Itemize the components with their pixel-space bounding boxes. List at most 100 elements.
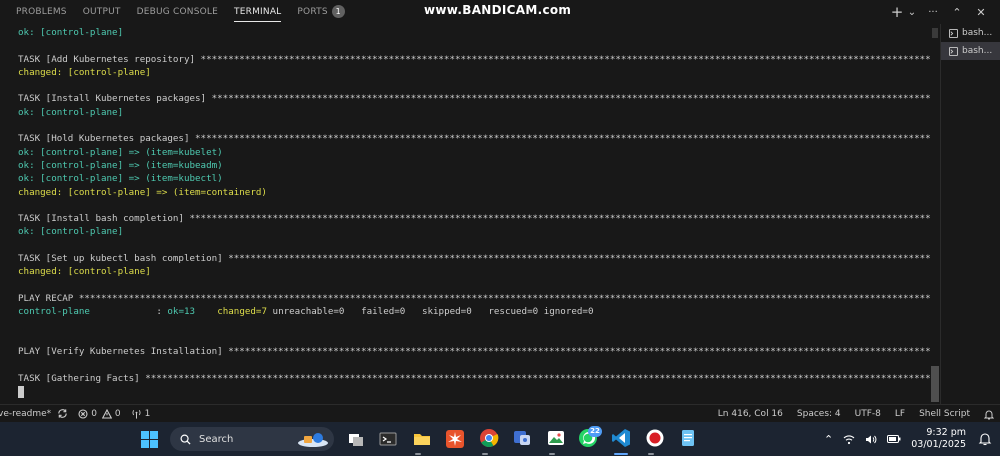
file-explorer-icon[interactable] xyxy=(412,429,432,449)
chevron-up-icon[interactable]: ⌃ xyxy=(824,433,833,446)
terminal-icon xyxy=(949,46,958,56)
running-indicator xyxy=(549,453,555,455)
chrome-icon[interactable] xyxy=(479,428,499,448)
tab-ports[interactable]: PORTS 1 xyxy=(289,0,352,24)
ports-count-badge: 1 xyxy=(331,5,345,18)
recap-failed: failed=0 xyxy=(361,306,406,318)
wifi-icon[interactable] xyxy=(843,434,855,445)
recap-ok: ok=13 xyxy=(167,306,196,318)
panel-actions: + ⌄ ··· ⌃ ✕ xyxy=(888,0,1000,24)
notifications-bell[interactable] xyxy=(984,409,994,420)
task-view-icon[interactable] xyxy=(346,429,366,449)
terminal-list: bash... bash... xyxy=(940,24,1000,404)
app-burst-icon[interactable] xyxy=(445,429,465,449)
scrollbar-thumb[interactable] xyxy=(931,366,939,402)
terminal-list-item-1[interactable]: bash... xyxy=(941,24,1000,42)
tab-problems[interactable]: PROBLEMS xyxy=(0,0,75,24)
problems-indicator[interactable]: 0 0 xyxy=(78,408,121,419)
terminal-line: changed: [control-plane] xyxy=(18,266,151,278)
scrollbar-marker xyxy=(932,28,938,38)
bell-icon xyxy=(984,410,994,419)
tab-ports-label: PORTS xyxy=(297,7,328,17)
search-label: Search xyxy=(199,433,234,445)
terminal-line: TASK [Install Kubernetes packages] *****… xyxy=(18,93,930,105)
new-terminal-button[interactable]: + xyxy=(888,3,906,21)
ports-count: 1 xyxy=(144,408,151,419)
error-count: 0 xyxy=(91,408,97,419)
search-highlight-icon xyxy=(298,433,328,447)
terminal-list-label: bash... xyxy=(962,28,993,38)
recap-changed: changed=7 xyxy=(217,306,267,318)
language-mode[interactable]: Shell Script xyxy=(919,409,970,419)
terminal-line: PLAY [Verify Kubernetes Installation] **… xyxy=(18,346,930,358)
terminal-line: changed: [control-plane] xyxy=(18,66,151,78)
recorder-icon[interactable] xyxy=(645,428,665,448)
sync-icon xyxy=(58,409,67,418)
recap-colon: : xyxy=(156,306,168,318)
notepad-icon[interactable] xyxy=(678,428,698,448)
app-tools-icon[interactable] xyxy=(512,428,532,448)
recap-rescued: rescued=0 xyxy=(488,306,539,318)
terminal-line: TASK [Hold Kubernetes packages] ********… xyxy=(18,133,930,145)
terminal-scrollbar[interactable] xyxy=(930,26,940,404)
terminal-line: TASK [Gathering Facts] *****************… xyxy=(18,372,930,384)
tab-output[interactable]: OUTPUT xyxy=(75,0,129,24)
end-of-line[interactable]: LF xyxy=(895,409,905,419)
battery-icon[interactable] xyxy=(887,434,901,444)
running-indicator xyxy=(648,453,654,455)
terminal-list-label: bash... xyxy=(962,46,993,56)
windows-start-icon[interactable] xyxy=(141,431,158,448)
search-icon xyxy=(180,434,191,445)
recap-unreachable: unreachable=0 xyxy=(272,306,345,318)
active-app-indicator xyxy=(614,453,628,455)
forwarded-ports-indicator[interactable]: 1 xyxy=(131,408,151,419)
terminal-prompt-line xyxy=(18,385,930,398)
terminal-line: ok: [control-plane] => (item=kubectl) xyxy=(18,173,223,185)
clock-date: 03/01/2025 xyxy=(911,439,966,450)
warning-icon xyxy=(101,408,112,419)
terminal-dropdown-button[interactable]: ⌄ xyxy=(906,7,918,18)
terminal-output[interactable]: ok: [control-plane] TASK [Add Kubernetes … xyxy=(0,26,930,404)
terminal-line: TASK [Add Kubernetes repository] *******… xyxy=(18,53,930,65)
terminal-line: ok: [control-plane] xyxy=(18,226,124,238)
terminal-lines: ok: [control-plane] TASK [Add Kubernetes … xyxy=(18,26,930,385)
clock-time: 9:32 pm xyxy=(926,427,966,438)
volume-icon[interactable] xyxy=(865,434,877,445)
taskbar-clock[interactable]: 9:32 pm 03/01/2025 xyxy=(911,427,966,451)
maximize-panel-button[interactable]: ⌃ xyxy=(948,6,966,19)
recap-skipped: skipped=0 xyxy=(421,306,472,318)
encoding[interactable]: UTF-8 xyxy=(855,409,881,419)
antenna-icon xyxy=(132,409,141,419)
more-actions-button[interactable]: ··· xyxy=(924,7,942,18)
terminal-app-icon[interactable] xyxy=(378,429,398,449)
terminal-list-item-2[interactable]: bash... xyxy=(941,42,1000,60)
branch-indicator[interactable]: ve-readme* xyxy=(0,408,68,419)
terminal-line: TASK [Install bash completion] *********… xyxy=(18,213,930,225)
photos-icon[interactable] xyxy=(546,428,566,448)
cursor-position[interactable]: Ln 416, Col 16 xyxy=(718,409,783,419)
terminal-cursor xyxy=(18,385,24,398)
vscode-icon[interactable] xyxy=(611,428,631,448)
running-indicator xyxy=(482,453,488,455)
tab-terminal[interactable]: TERMINAL xyxy=(226,0,289,24)
bandicam-watermark: www.BANDICAM.com xyxy=(424,3,572,17)
taskbar-search[interactable]: Search xyxy=(170,427,334,451)
system-tray: ⌃ 9:32 pm 03/01/2025 xyxy=(824,422,1000,456)
indentation[interactable]: Spaces: 4 xyxy=(797,409,841,419)
warning-count: 0 xyxy=(114,408,121,419)
notification-center-icon[interactable] xyxy=(978,432,992,446)
tab-debug-console[interactable]: DEBUG CONSOLE xyxy=(129,0,226,24)
terminal-line: ok: [control-plane] xyxy=(18,106,124,118)
status-bar: ve-readme* 0 0 1 Ln 416, Col 16 Spaces: … xyxy=(0,404,1000,422)
close-panel-button[interactable]: ✕ xyxy=(972,6,990,19)
terminal-line: TASK [Set up kubectl bash completion] **… xyxy=(18,253,930,265)
